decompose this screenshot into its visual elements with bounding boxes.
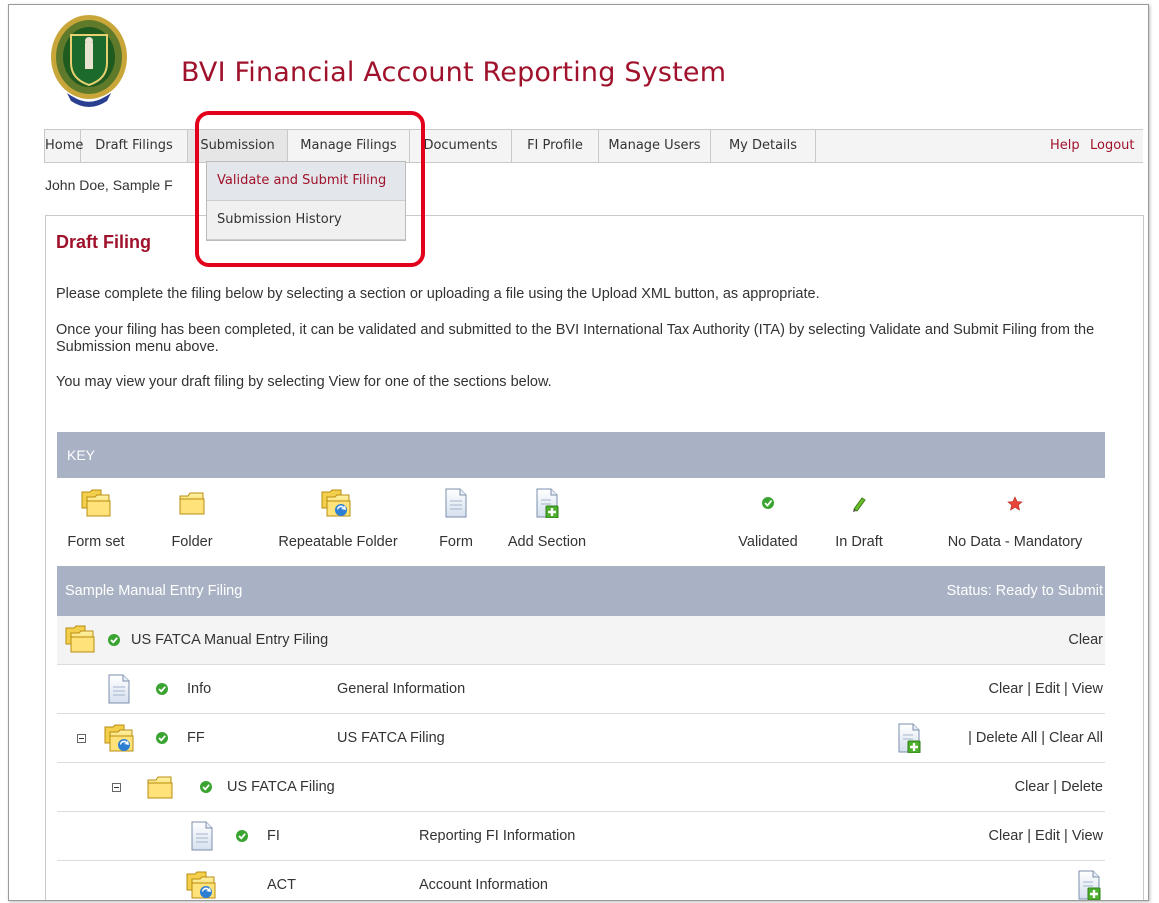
validated-icon [156,683,168,695]
menu-validate-and-submit[interactable]: Validate and Submit Filing [207,162,405,201]
instruction-paragraph-3: You may view your draft filing by select… [56,374,552,390]
row-description: Reporting FI Information [419,828,576,844]
submission-dropdown-menu: Validate and Submit Filing Submission Hi… [206,161,406,241]
row-code[interactable]: ACT [267,861,296,900]
filing-header: Sample Manual Entry Filing Status: Ready… [57,566,1105,616]
nav-home[interactable]: Home [44,130,83,162]
repeatable-folder-icon [104,724,134,752]
row-description: Account Information [419,877,548,893]
instruction-paragraph-1: Please complete the filing below by sele… [56,286,820,302]
collapse-toggle-icon[interactable] [112,783,121,792]
row-description: General Information [337,681,466,697]
no-data-mandatory-icon [1007,496,1023,511]
nav-manage-users[interactable]: Manage Users [599,130,711,162]
header: BVI Financial Account Reporting System [9,5,1148,129]
user-greeting: John Doe, Sample F [45,177,173,193]
form-icon [191,821,213,851]
table-row: ACT Account Information [57,861,1105,900]
form-set-icon [65,625,95,653]
row-code[interactable]: FF [187,714,205,762]
filing-name: Sample Manual Entry Filing [65,583,243,599]
page-title: Draft Filing [56,232,151,252]
row-code[interactable]: US FATCA Manual Entry Filing [131,616,328,664]
table-row: FI Reporting FI Information Clear | Edit… [57,812,1105,861]
folder-icon [179,492,205,515]
row-code[interactable]: US FATCA Filing [227,763,335,811]
nav-submission[interactable]: Submission [188,130,288,162]
nav-my-details[interactable]: My Details [711,130,816,162]
add-section-icon[interactable] [897,723,921,753]
nav-manage-filings[interactable]: Manage Filings [288,130,410,162]
menu-submission-history[interactable]: Submission History [207,201,405,240]
row-actions[interactable]: Clear | Edit | View [989,812,1103,860]
draft-filing-panel: Draft Filing Please complete the filing … [45,215,1144,900]
nav-draft-filings[interactable]: Draft Filings [81,130,188,162]
row-actions[interactable]: Clear | Delete [1015,763,1103,811]
key-label: In Draft [835,534,883,550]
table-row: FF US FATCA Filing | Delete All | Clear … [57,714,1105,763]
nav-documents[interactable]: Documents [410,130,512,162]
repeatable-folder-icon [186,871,216,899]
add-section-icon[interactable] [1077,870,1101,900]
table-row: US FATCA Manual Entry Filing Clear [57,616,1105,665]
validated-icon [108,634,120,646]
app-title: BVI Financial Account Reporting System [181,57,727,88]
row-actions[interactable]: Clear [1068,616,1103,664]
table-row: Info General Information Clear | Edit | … [57,665,1105,714]
key-label: No Data - Mandatory [947,534,1083,550]
instruction-paragraph-2: Once your filing has been completed, it … [56,322,1095,355]
validated-icon [236,830,248,842]
logout-link[interactable]: Logout [1090,130,1135,162]
row-description: US FATCA Filing [337,730,445,746]
validated-icon [200,781,212,793]
bvi-seal-logo [47,13,131,116]
row-code[interactable]: FI [267,812,280,860]
row-actions[interactable]: Clear | Edit | View [989,665,1103,713]
key-label: Folder [171,534,213,550]
nav-fi-profile[interactable]: FI Profile [512,130,599,162]
form-icon [108,674,130,704]
row-actions[interactable]: | Delete All | Clear All [968,714,1103,762]
browser-frame: BVI Financial Account Reporting System H… [8,4,1149,901]
validated-icon [156,732,168,744]
key-legend: Form set Folder Repeatable Folder Form A… [57,478,1105,566]
help-link[interactable]: Help [1050,130,1080,162]
filing-status: Status: Ready to Submit [946,583,1103,599]
folder-icon [147,776,173,799]
add-section-icon [535,488,559,518]
row-code[interactable]: Info [187,665,211,713]
key-label: Add Section [507,534,587,550]
in-draft-icon [853,497,866,512]
table-row: US FATCA Filing Clear | Delete [57,763,1105,812]
collapse-toggle-icon[interactable] [77,734,86,743]
key-header: KEY [57,432,1105,478]
main-nav: Home Draft Filings Submission Manage Fil… [44,129,1143,163]
